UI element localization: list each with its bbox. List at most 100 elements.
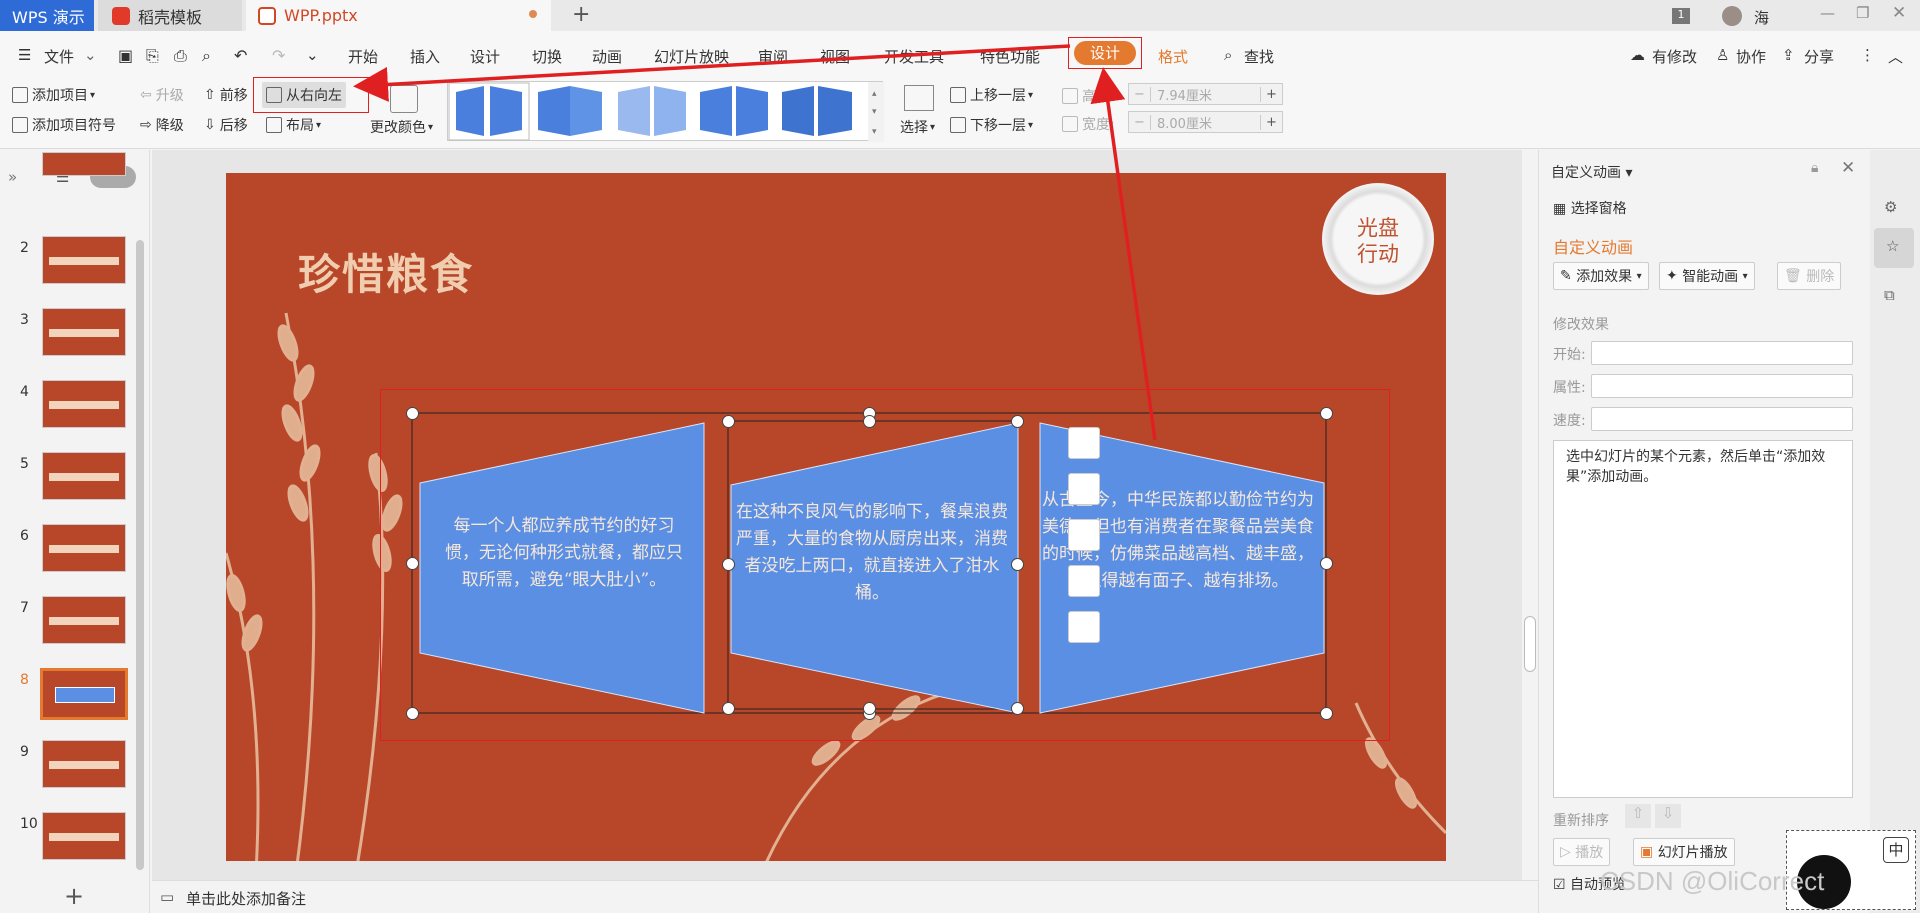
minimize-icon[interactable]: — (1820, 4, 1835, 22)
shape-handle[interactable] (1011, 558, 1024, 571)
save-icon[interactable]: ▣ (118, 46, 133, 65)
slide-8[interactable]: 珍惜粮食 光盘 行动 每一个人都应养成节约的好习惯，无论何种形式就餐，都应只取所… (226, 173, 1446, 861)
adjust-icon[interactable]: ⚙ (1884, 198, 1897, 216)
tab-document[interactable]: WPP.pptx (246, 0, 551, 31)
search-icon[interactable]: ⌕ (1224, 46, 1232, 64)
menu-format[interactable]: 格式 (1158, 46, 1188, 67)
slide-thumbnail[interactable] (42, 380, 126, 428)
height-stepper[interactable]: − 7.94厘米 + (1128, 83, 1283, 105)
width-decrease[interactable]: − (1129, 114, 1151, 130)
shape-handle[interactable] (722, 558, 735, 571)
slide-thumbnail[interactable] (42, 524, 126, 572)
downgrade-button[interactable]: ⇨ 降级 (140, 115, 184, 135)
slideshow-button[interactable]: ▣ 幻灯片播放 (1633, 838, 1735, 866)
menu-insert[interactable]: 插入 (410, 46, 440, 67)
panel-header[interactable]: 自定义动画 ▾ (1551, 162, 1632, 182)
style-gallery[interactable]: ▴ ▾ ▾ (447, 81, 884, 142)
send-backward-button[interactable]: 下移一层 ▾ (950, 115, 1033, 135)
redo-icon[interactable]: ↷ (272, 46, 285, 65)
undo-icon[interactable]: ↶ (234, 46, 247, 65)
cloud-icon[interactable]: ☁ (1630, 46, 1645, 64)
slide-thumbnail[interactable] (42, 812, 126, 860)
more-options-icon[interactable]: ⋮ (1860, 46, 1875, 64)
brush-icon[interactable] (1068, 611, 1100, 643)
shape-handle[interactable] (863, 415, 876, 428)
collaborate[interactable]: 协作 (1736, 46, 1766, 67)
canvas-scrollbar[interactable] (1524, 160, 1536, 860)
smartart-style-icon[interactable] (1068, 519, 1100, 551)
window-counter[interactable]: 1 (1672, 8, 1690, 24)
property-select[interactable] (1591, 374, 1853, 398)
notes-placeholder[interactable]: 单击此处添加备注 (186, 888, 306, 909)
format-painter-icon[interactable]: ⎘ (146, 46, 159, 66)
tab-design-active[interactable]: 设计 (1074, 41, 1136, 65)
resize-handle[interactable] (406, 557, 419, 570)
panel-close-icon[interactable]: ✕ (1841, 158, 1855, 178)
file-menu[interactable]: 文件 (44, 46, 74, 67)
right-to-left-button[interactable]: 从右向左 (262, 82, 346, 108)
share[interactable]: 分享 (1804, 46, 1834, 67)
slide-thumbnail[interactable] (42, 452, 126, 500)
add-item-button[interactable]: 添加项目 ▾ (12, 85, 95, 105)
print-icon[interactable]: ⎙ (174, 46, 187, 66)
shape-handle[interactable] (1011, 702, 1024, 715)
width-increase[interactable]: + (1260, 114, 1282, 130)
delete-button[interactable]: 🗑︎ 删除 (1777, 262, 1842, 290)
add-shape-icon[interactable] (1068, 427, 1100, 459)
width-value[interactable]: 8.00厘米 (1151, 113, 1260, 132)
change-layout-icon[interactable] (1068, 473, 1100, 505)
start-select[interactable] (1591, 341, 1853, 365)
lock-icon[interactable]: 🔒︎ (1811, 160, 1818, 176)
change-color-button[interactable]: 更改颜色 ▾ (370, 117, 433, 137)
backward-button[interactable]: ⇩ 后移 (204, 115, 248, 135)
menu-design[interactable]: 设计 (470, 46, 500, 67)
palette-icon[interactable] (390, 85, 418, 113)
hamburger-icon[interactable]: ☰ (18, 46, 31, 64)
has-changes[interactable]: 有修改 (1652, 46, 1697, 67)
box-1-text[interactable]: 每一个人都应养成节约的好习惯，无论何种形式就餐，都应只取所需，避免“眼大肚小”。 (440, 513, 688, 594)
shape-handle[interactable] (722, 702, 735, 715)
add-bullet-button[interactable]: 添加项目符号 (12, 115, 116, 135)
menu-review[interactable]: 审阅 (758, 46, 788, 67)
chevron-down-icon[interactable]: ⌄ (84, 46, 97, 64)
restore-icon[interactable]: ❐ (1856, 4, 1869, 22)
resize-handle[interactable] (1320, 557, 1333, 570)
avatar[interactable] (1722, 6, 1742, 26)
move-down-icon[interactable]: ⇩ (1655, 804, 1681, 828)
shape-handle[interactable] (722, 415, 735, 428)
resize-handle[interactable] (406, 707, 419, 720)
speed-select[interactable] (1591, 407, 1853, 431)
forward-button[interactable]: ⇧ 前移 (204, 85, 248, 105)
print-preview-icon[interactable]: ⌕ (202, 46, 211, 66)
resize-handle[interactable] (1320, 707, 1333, 720)
share-icon[interactable]: ⇪ (1782, 46, 1795, 64)
slide-thumbnail[interactable] (42, 236, 126, 284)
menu-view[interactable]: 视图 (820, 46, 850, 67)
shape-handle[interactable] (863, 702, 876, 715)
menu-developer[interactable]: 开发工具 (884, 46, 944, 67)
smart-animation-button[interactable]: ✦ 智能动画 ▾ (1659, 262, 1755, 290)
menu-home[interactable]: 开始 (348, 46, 378, 67)
height-decrease[interactable]: − (1129, 86, 1151, 102)
close-icon[interactable]: ✕ (1892, 3, 1906, 23)
slide-thumbnail[interactable] (42, 740, 126, 788)
selection-pane-button[interactable]: ▦ 选择窗格 (1553, 198, 1627, 218)
menu-transition[interactable]: 切换 (532, 46, 562, 67)
tab-docer[interactable]: 稻壳模板 (98, 0, 242, 31)
box-2-text[interactable]: 在这种不良风气的影响下，餐桌浪费严重，大量的食物从厨房出来，消费者没吃上两口，就… (734, 499, 1010, 607)
menu-slideshow[interactable]: 幻灯片放映 (654, 46, 729, 67)
slide-thumbnail[interactable] (42, 308, 126, 356)
select-button[interactable]: 选择 ▾ (900, 117, 935, 137)
resize-handle[interactable] (406, 407, 419, 420)
more-icon[interactable]: ⌄ (306, 46, 319, 64)
ime-mode[interactable]: 中 (1883, 837, 1909, 863)
transition-icon[interactable]: ⧉ (1884, 286, 1895, 304)
animation-panel-toggle[interactable]: ☆ (1874, 228, 1914, 268)
slide-thumbnail[interactable] (40, 668, 128, 720)
width-stepper[interactable]: − 8.00厘米 + (1128, 111, 1283, 133)
select-icon[interactable] (904, 85, 934, 111)
height-value[interactable]: 7.94厘米 (1151, 85, 1260, 104)
thumbnail-scrollbar[interactable] (136, 240, 144, 870)
add-effect-button[interactable]: ✎ 添加效果 ▾ (1553, 262, 1649, 290)
animation-list[interactable]: 选中幻灯片的某个元素，然后单击“添加效果”添加动画。 (1553, 440, 1853, 798)
